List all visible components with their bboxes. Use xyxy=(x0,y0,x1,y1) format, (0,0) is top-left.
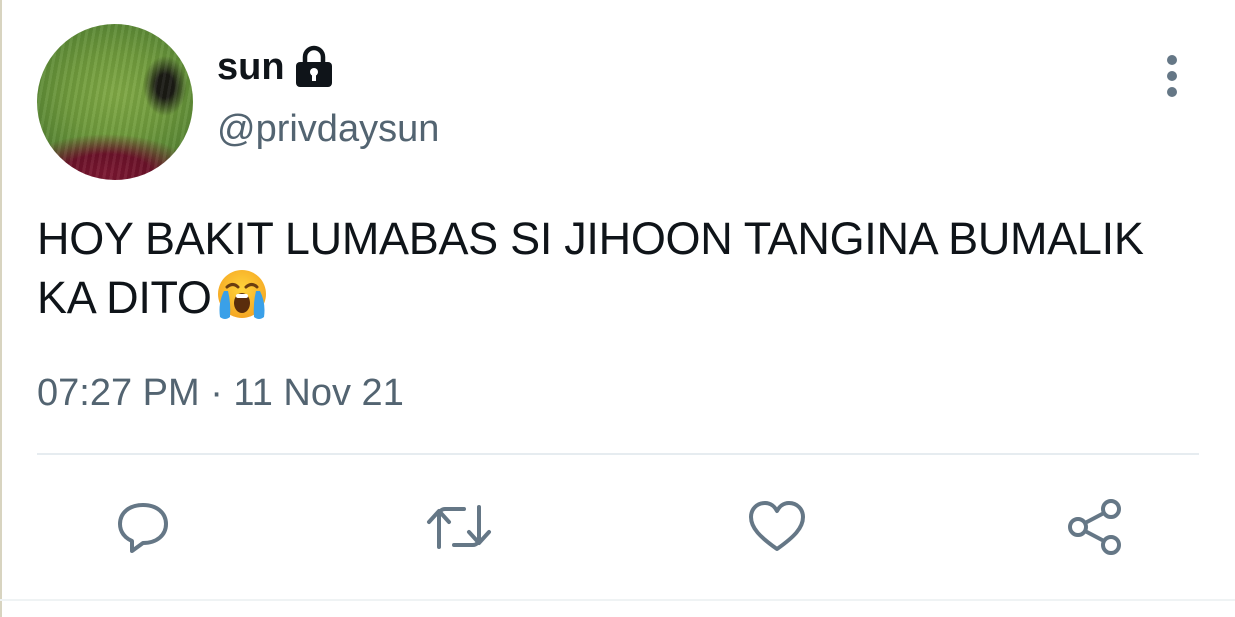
reply-button[interactable] xyxy=(110,494,176,560)
divider xyxy=(37,453,1199,455)
user-name-row: sun xyxy=(217,40,334,94)
heart-icon xyxy=(749,501,805,551)
left-edge-divider xyxy=(0,0,2,617)
retweet-icon xyxy=(427,505,491,549)
reply-icon xyxy=(118,503,168,553)
loudly-crying-face-emoji xyxy=(214,267,270,323)
display-name[interactable]: sun xyxy=(217,46,285,89)
tweet-text-content: HOY BAKIT LUMABAS SI JIHOON TANGINA BUMA… xyxy=(37,213,1144,323)
user-handle[interactable]: @privdaysun xyxy=(217,108,439,151)
share-button[interactable] xyxy=(1062,494,1128,560)
lock-icon xyxy=(294,45,334,89)
retweet-button[interactable] xyxy=(426,494,492,560)
avatar[interactable] xyxy=(37,24,193,180)
tweet-timestamp[interactable]: 07:27 PM · 11 Nov 21 xyxy=(37,372,404,415)
share-icon xyxy=(1068,499,1121,555)
bottom-divider xyxy=(0,599,1235,601)
more-vertical-icon[interactable] xyxy=(1150,52,1194,100)
like-button[interactable] xyxy=(744,494,810,560)
tweet-text: HOY BAKIT LUMABAS SI JIHOON TANGINA BUMA… xyxy=(37,210,1177,326)
tweet-card: sun @privdaysun HOY BAKIT LUMABAS SI JIH… xyxy=(0,0,1235,617)
